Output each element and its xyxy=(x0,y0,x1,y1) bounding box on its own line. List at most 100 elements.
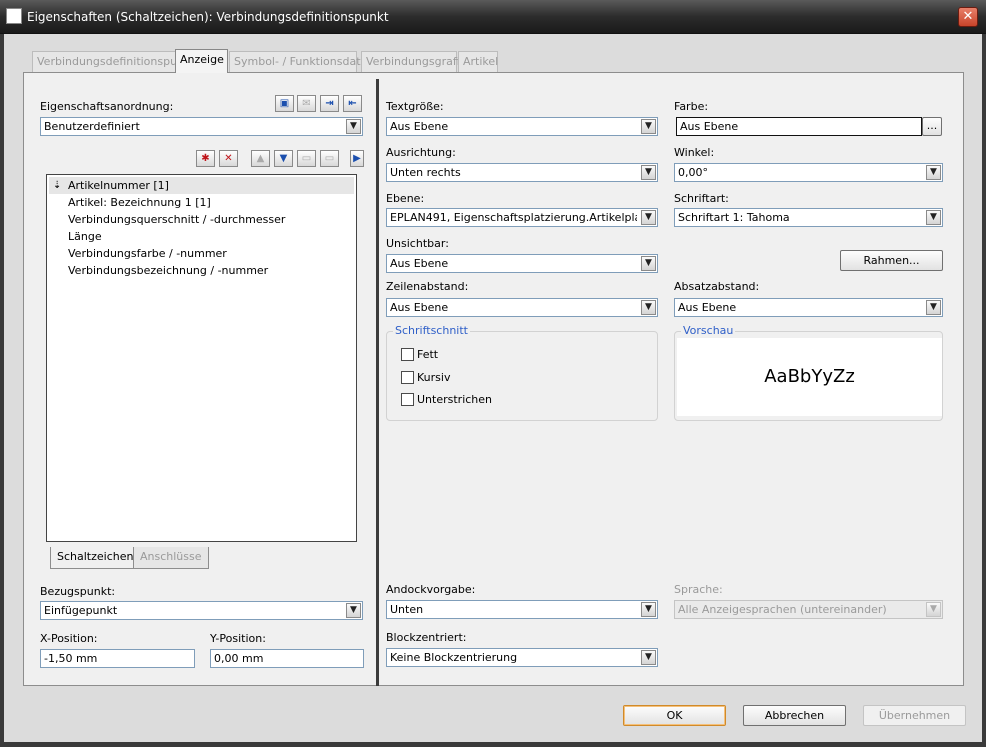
angle-select[interactable]: 0,00° ▼ xyxy=(674,163,943,182)
copy-icon[interactable]: ▭ xyxy=(320,150,339,167)
list-item[interactable]: Verbindungsfarbe / -nummer xyxy=(68,245,227,262)
linespacing-value: Aus Ebene xyxy=(390,301,449,314)
chevron-down-icon[interactable]: ▼ xyxy=(346,119,361,134)
paraspacing-value: Aus Ebene xyxy=(678,301,737,314)
panel-divider xyxy=(376,79,379,686)
tab-symbol-funktionsdaten[interactable]: Symbol- / Funktionsdaten xyxy=(229,51,374,72)
blockcenter-label: Blockzentriert: xyxy=(386,631,467,644)
save-icon[interactable]: ▣ xyxy=(275,95,294,112)
chevron-down-icon[interactable]: ▼ xyxy=(641,650,656,665)
subtab-schaltzeichen[interactable]: Schaltzeichen xyxy=(50,547,141,569)
export-icon[interactable]: ⇤ xyxy=(343,95,362,112)
language-select[interactable]: Alle Anzeigesprachen (untereinander) ▼ xyxy=(674,600,943,619)
paraspacing-select[interactable]: Aus Ebene ▼ xyxy=(674,298,943,317)
tab-verbindungsgrafik[interactable]: Verbindungsgrafik xyxy=(361,51,466,72)
chevron-down-icon[interactable]: ▼ xyxy=(641,119,656,134)
ypos-value: 0,00 mm xyxy=(214,652,264,665)
linespacing-select[interactable]: Aus Ebene ▼ xyxy=(386,298,658,317)
linespacing-label: Zeilenabstand: xyxy=(386,280,469,293)
color-label: Farbe: xyxy=(674,100,709,113)
font-value: Schriftart 1: Tahoma xyxy=(678,211,790,224)
reference-value: Einfügepunkt xyxy=(44,604,118,617)
alignment-select[interactable]: Unten rechts ▼ xyxy=(386,163,658,182)
list-item[interactable]: Artikel: Bezeichnung 1 [1] xyxy=(68,194,211,211)
alignment-value: Unten rechts xyxy=(390,166,461,179)
list-item[interactable]: ⇣ Artikelnummer [1] xyxy=(49,177,354,194)
invisible-label: Unsichtbar: xyxy=(386,237,449,250)
list-item[interactable]: Verbindungsquerschnitt / -durchmesser xyxy=(68,211,285,228)
font-select[interactable]: Schriftart 1: Tahoma ▼ xyxy=(674,208,943,227)
play-icon[interactable]: ▶ xyxy=(350,150,364,167)
mail-icon[interactable]: ✉ xyxy=(297,95,316,112)
textsize-select[interactable]: Aus Ebene ▼ xyxy=(386,117,658,136)
language-label: Sprache: xyxy=(674,583,723,596)
ypos-label: Y-Position: xyxy=(210,632,266,645)
underline-checkbox[interactable] xyxy=(401,393,414,406)
window-frame-right xyxy=(982,34,986,747)
apply-button[interactable]: Übernehmen xyxy=(863,705,966,726)
textsize-label: Textgröße: xyxy=(386,100,444,113)
tab-artikel[interactable]: Artikel xyxy=(458,51,498,72)
window-frame-bottom xyxy=(0,742,986,747)
ypos-field[interactable]: 0,00 mm xyxy=(210,649,364,668)
move-up-icon[interactable]: ▲ xyxy=(251,150,270,167)
invisible-select[interactable]: Aus Ebene ▼ xyxy=(386,254,658,273)
xpos-value: -1,50 mm xyxy=(44,652,98,665)
dock-value: Unten xyxy=(390,603,424,616)
chevron-down-icon[interactable]: ▼ xyxy=(926,602,941,617)
window-title: Eigenschaften (Schaltzeichen): Verbindun… xyxy=(27,10,389,24)
chevron-down-icon[interactable]: ▼ xyxy=(641,165,656,180)
ok-button[interactable]: OK xyxy=(623,705,726,726)
move-down-icon[interactable]: ▼ xyxy=(274,150,293,167)
italic-checkbox[interactable] xyxy=(401,371,414,384)
layer-label: Ebene: xyxy=(386,192,425,205)
underline-label: Unterstrichen xyxy=(417,393,493,406)
chevron-down-icon[interactable]: ▼ xyxy=(641,602,656,617)
fontstyle-title: Schriftschnitt xyxy=(393,324,470,337)
app-icon xyxy=(6,8,22,24)
new-icon[interactable]: ✱ xyxy=(196,150,215,167)
list-item[interactable]: Länge xyxy=(68,228,102,245)
close-icon[interactable]: ✕ xyxy=(958,7,978,27)
chevron-down-icon[interactable]: ▼ xyxy=(346,603,361,618)
angle-value: 0,00° xyxy=(678,166,708,179)
chevron-down-icon[interactable]: ▼ xyxy=(926,210,941,225)
chevron-down-icon[interactable]: ▼ xyxy=(926,165,941,180)
edit-icon[interactable]: ▭ xyxy=(297,150,316,167)
reference-select[interactable]: Einfügepunkt ▼ xyxy=(40,601,363,620)
color-field[interactable]: Aus Ebene xyxy=(676,117,922,136)
chevron-down-icon[interactable]: ▼ xyxy=(926,300,941,315)
window-frame-left xyxy=(0,34,4,747)
frame-button[interactable]: Rahmen... xyxy=(840,250,943,271)
property-list[interactable]: ⇣ Artikelnummer [1] Artikel: Bezeichnung… xyxy=(46,174,357,542)
chevron-down-icon[interactable]: ▼ xyxy=(641,210,656,225)
title-bar: Eigenschaften (Schaltzeichen): Verbindun… xyxy=(0,0,986,34)
language-value: Alle Anzeigesprachen (untereinander) xyxy=(678,603,887,616)
sort-icon: ⇣ xyxy=(53,180,62,191)
xpos-field[interactable]: -1,50 mm xyxy=(40,649,195,668)
color-value: Aus Ebene xyxy=(680,120,739,133)
angle-label: Winkel: xyxy=(674,146,715,159)
preview-text: AaBbYyZz xyxy=(764,366,855,387)
italic-label: Kursiv xyxy=(417,371,451,384)
tab-anzeige[interactable]: Anzeige xyxy=(175,49,228,73)
textsize-value: Aus Ebene xyxy=(390,120,449,133)
subtab-anschluesse[interactable]: Anschlüsse xyxy=(133,547,209,569)
arrangement-select[interactable]: Benutzerdefiniert ▼ xyxy=(40,117,363,136)
tab-verbindungsdefinitionspunkt[interactable]: Verbindungsdefinitionspunkt xyxy=(32,51,195,72)
bold-checkbox[interactable] xyxy=(401,348,414,361)
delete-icon[interactable]: ✕ xyxy=(219,150,238,167)
cancel-button[interactable]: Abbrechen xyxy=(743,705,846,726)
list-item[interactable]: Verbindungsbezeichnung / -nummer xyxy=(68,262,268,279)
chevron-down-icon[interactable]: ▼ xyxy=(641,256,656,271)
blockcenter-select[interactable]: Keine Blockzentrierung ▼ xyxy=(386,648,658,667)
font-label: Schriftart: xyxy=(674,192,729,205)
chevron-down-icon[interactable]: ▼ xyxy=(641,300,656,315)
alignment-label: Ausrichtung: xyxy=(386,146,456,159)
color-picker-button[interactable]: ... xyxy=(922,117,942,136)
import-icon[interactable]: ⇥ xyxy=(320,95,339,112)
preview-area: AaBbYyZz xyxy=(677,338,942,416)
xpos-label: X-Position: xyxy=(40,632,98,645)
dock-select[interactable]: Unten ▼ xyxy=(386,600,658,619)
layer-select[interactable]: EPLAN491, Eigenschaftsplatzierung.Artike… xyxy=(386,208,658,227)
